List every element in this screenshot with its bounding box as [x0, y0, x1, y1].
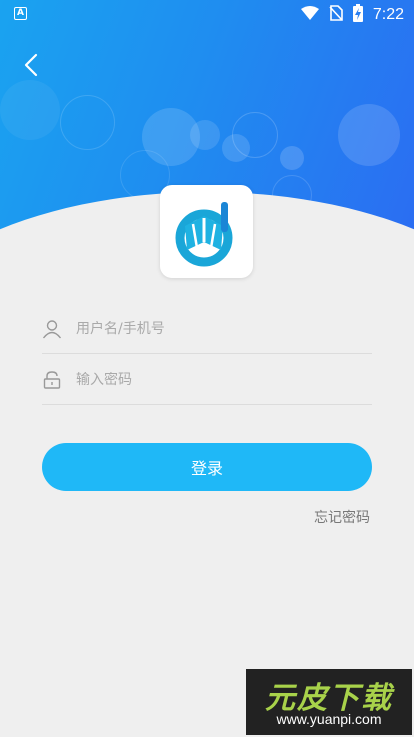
forgot-password-link[interactable]: 忘记密码 — [314, 507, 370, 527]
status-bar: A 7:22 — [0, 0, 414, 28]
password-input[interactable] — [76, 371, 372, 388]
watermark-url: www.yuanpi.com — [276, 711, 382, 727]
password-field — [42, 355, 372, 405]
no-sim-icon — [329, 5, 343, 25]
app-logo — [160, 185, 253, 278]
username-field — [42, 304, 372, 354]
watermark: 元皮下载 www.yuanpi.com — [246, 669, 412, 735]
back-arrow-icon — [24, 53, 38, 77]
battery-charging-icon — [352, 4, 363, 26]
app-notification-icon: A — [14, 7, 27, 20]
wifi-icon — [300, 6, 319, 24]
user-icon — [42, 319, 62, 338]
app-logo-icon — [175, 202, 233, 267]
back-button[interactable] — [20, 52, 46, 78]
login-button[interactable]: 登录 — [42, 443, 372, 491]
username-input[interactable] — [76, 320, 372, 337]
lock-icon — [43, 370, 61, 389]
status-time: 7:22 — [372, 6, 404, 23]
